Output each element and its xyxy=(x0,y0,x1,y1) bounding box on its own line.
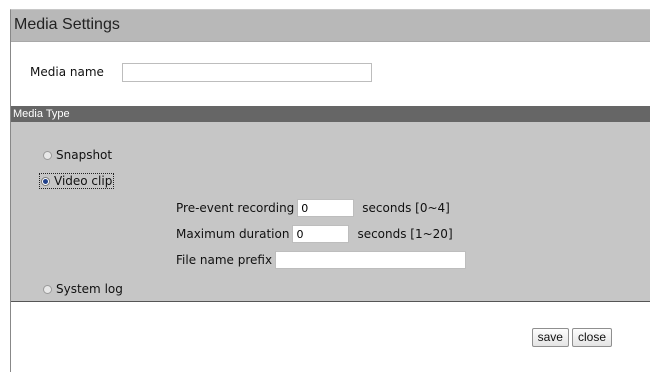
file-prefix-input[interactable] xyxy=(275,251,467,269)
video-clip-label: Video clip xyxy=(54,174,113,188)
pre-event-row: Pre-event recording seconds [0~4] xyxy=(176,199,450,217)
system-log-radio[interactable] xyxy=(43,284,52,294)
max-duration-unit: seconds [1~20] xyxy=(357,227,453,241)
snapshot-option[interactable]: Snapshot xyxy=(43,146,112,164)
pre-event-input[interactable] xyxy=(297,199,355,217)
max-duration-input[interactable] xyxy=(292,225,350,243)
video-clip-radio[interactable] xyxy=(41,176,50,186)
snapshot-radio[interactable] xyxy=(43,150,52,160)
media-settings-window: Media Settings Media name Media Type Sna… xyxy=(10,9,650,373)
max-duration-label: Maximum duration xyxy=(176,227,290,241)
file-prefix-label: File name prefix xyxy=(176,253,273,267)
close-button[interactable]: close xyxy=(571,328,612,347)
media-type-header: Media Type xyxy=(11,106,650,122)
system-log-option[interactable]: System log xyxy=(43,280,123,298)
file-prefix-row: File name prefix xyxy=(176,251,467,269)
max-duration-row: Maximum duration seconds [1~20] xyxy=(176,225,453,243)
media-name-label: Media name xyxy=(30,65,104,79)
media-name-input[interactable] xyxy=(122,62,372,82)
title-bar: Media Settings xyxy=(11,10,650,42)
media-name-row: Media name xyxy=(30,62,372,82)
snapshot-label: Snapshot xyxy=(56,148,113,162)
media-type-panel: Snapshot Video clip Pre-event recording … xyxy=(11,122,650,302)
video-clip-focus[interactable]: Video clip xyxy=(39,173,115,189)
system-log-label: System log xyxy=(56,282,123,296)
pre-event-unit: seconds [0~4] xyxy=(362,201,450,215)
pre-event-label: Pre-event recording xyxy=(176,201,295,215)
footer: save close xyxy=(11,303,650,373)
save-button[interactable]: save xyxy=(531,328,569,347)
video-clip-option[interactable]: Video clip xyxy=(39,172,115,190)
page-title: Media Settings xyxy=(14,16,120,33)
button-group: save close xyxy=(531,328,612,347)
